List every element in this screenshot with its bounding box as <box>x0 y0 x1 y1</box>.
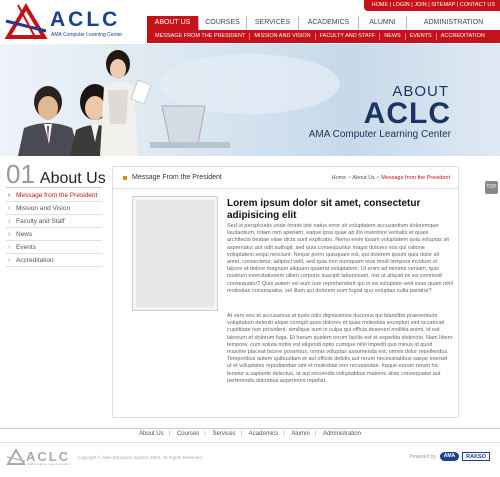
nav-services[interactable]: SERVICES <box>247 16 299 30</box>
breadcrumb-home[interactable]: Home <box>332 175 347 181</box>
subnav-mission-and-vision[interactable]: MISSION AND VISION <box>250 33 316 40</box>
sidebar-section-number: 01 <box>6 159 35 189</box>
subnav-events[interactable]: EVENTS <box>406 33 437 40</box>
site-logo[interactable]: ACLC AMA Computer Learning Center <box>4 3 134 41</box>
sidebar-item-accreditation[interactable]: Accreditation <box>6 254 102 267</box>
article-paragraph: At vero eos et accusamus et iusto odio d… <box>227 313 453 384</box>
footer-divider <box>0 442 500 443</box>
nav-alumni[interactable]: ALUMNI <box>359 16 407 30</box>
breadcrumb-about-us[interactable]: About Us <box>352 175 375 181</box>
breadcrumb-current: Message from the President <box>381 175 450 181</box>
copyright-text: Copyright © AMA Education System 2003. A… <box>77 455 204 460</box>
sidebar-title: 01 About Us <box>6 159 106 189</box>
content-header: Message From the President Home > About … <box>113 167 458 189</box>
site-header: ACLC AMA Computer Learning Center HOME |… <box>0 0 500 44</box>
sidebar-menu: Message from the President Mission and V… <box>6 189 102 267</box>
nav-administration[interactable]: ADMINISTRATION <box>407 16 500 30</box>
content-title: Message From the President <box>132 174 222 181</box>
scroll-top-button[interactable]: TOP <box>485 181 498 194</box>
sidebar-item-news[interactable]: News <box>6 228 102 241</box>
banner-title: ACLC <box>363 97 451 130</box>
footer-link-about-us[interactable]: About Us <box>134 431 169 437</box>
logo-mark-icon <box>4 3 48 40</box>
breadcrumb: Home > About Us > Message from the Presi… <box>332 175 450 181</box>
subnav-faculty-and-staff[interactable]: FACULTY AND STAFF <box>316 33 381 40</box>
article-headline: Lorem ipsum dolor sit amet, consectetur … <box>227 198 421 221</box>
nav-academics[interactable]: ACADEMICS <box>299 16 359 30</box>
footer-link-services[interactable]: Services <box>208 431 241 437</box>
article-paragraph: Sed ut perspiciatis unde omnis iste natu… <box>227 223 453 294</box>
nav-courses[interactable]: COURSES <box>199 16 247 30</box>
footer-logo-mark-icon <box>6 448 26 465</box>
president-photo-placeholder <box>133 197 217 310</box>
main-nav: ABOUT US COURSES SERVICES ACADEMICS ALUM… <box>147 16 500 30</box>
breadcrumb-separator: > <box>376 175 380 181</box>
powered-by: Powered by AMA RAKSO <box>409 452 490 461</box>
banner-subtitle: AMA Computer Learning Center <box>308 129 451 140</box>
sidebar-heading: About Us <box>39 170 106 187</box>
sidebar-item-mission-and-vision[interactable]: Mission and Vision <box>6 202 102 215</box>
footer-logo: ACLC AMA Computer Learning Center <box>6 448 76 468</box>
sidebar-item-faculty-and-staff[interactable]: Faculty and Staff <box>6 215 102 228</box>
hero-banner: ABOUT ACLC AMA Computer Learning Center <box>0 44 500 156</box>
footer-logo-subtitle: AMA Computer Learning Center <box>27 462 70 466</box>
breadcrumb-separator: > <box>347 175 352 181</box>
bullet-icon <box>123 176 127 180</box>
footer-link-academics[interactable]: Academics <box>244 431 283 437</box>
powered-by-label: Powered by <box>409 453 436 460</box>
sidebar-item-message-from-president[interactable]: Message from the President <box>6 189 102 202</box>
footer-link-administration[interactable]: Administration <box>318 431 366 437</box>
sub-nav: MESSAGE FROM THE PRESIDENT MISSION AND V… <box>147 30 500 43</box>
subnav-accreditation[interactable]: ACCREDITATION <box>437 33 489 40</box>
footer-nav: About Us | Courses | Services | Academics | … <box>0 431 500 437</box>
logo-text: ACLC <box>50 8 121 31</box>
footer-divider <box>0 428 500 429</box>
subnav-message-from-president[interactable]: MESSAGE FROM THE PRESIDENT <box>151 33 251 40</box>
sidebar-divider <box>6 187 102 188</box>
content-panel: Message From the President Home > About … <box>112 166 459 418</box>
logo-subtitle: AMA Computer Learning Center <box>51 32 123 38</box>
top-utility-links[interactable]: HOME | LOGIN | JOIN | SITEMAP | CONTACT … <box>363 0 500 11</box>
nav-about-us[interactable]: ABOUT US <box>147 16 199 30</box>
footer-link-alumni[interactable]: Alumni <box>286 431 314 437</box>
footer-link-courses[interactable]: Courses <box>172 431 204 437</box>
powered-by-brand-logo[interactable]: AMA <box>439 452 460 461</box>
sidebar-item-events[interactable]: Events <box>6 241 102 254</box>
subnav-news[interactable]: NEWS <box>380 33 406 40</box>
powered-by-brand-logo[interactable]: RAKSO <box>462 452 490 461</box>
